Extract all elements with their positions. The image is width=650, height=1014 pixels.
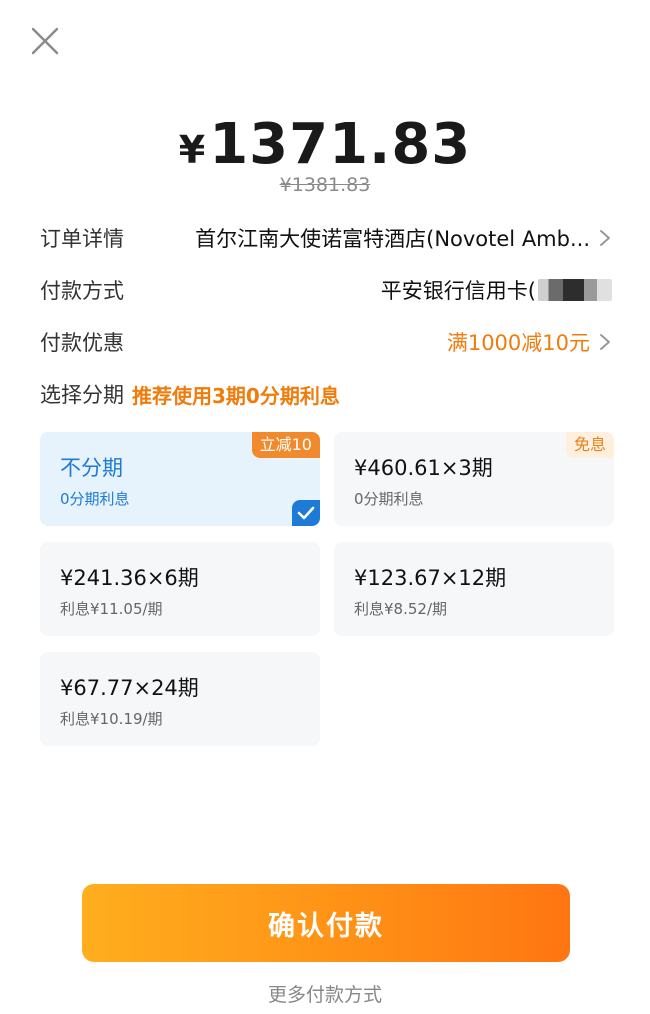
price-amount: 1371.83 (209, 112, 472, 177)
installment-option-24[interactable]: ¥67.77×24期 利息¥10.19/期 (40, 652, 320, 746)
more-payment-methods-link[interactable]: 更多付款方式 (0, 980, 650, 1007)
installment-header: 选择分期 推荐使用3期0分期利息 (40, 374, 612, 414)
installment-option-interest: 利息¥10.19/期 (60, 710, 163, 728)
payment-discount-value: 满1000减10元 (446, 331, 590, 355)
installment-option-interest: 0分期利息 (354, 490, 424, 508)
installment-option-12[interactable]: ¥123.67×12期 利息¥8.52/期 (334, 542, 614, 636)
installment-option-interest: 利息¥8.52/期 (354, 600, 447, 618)
close-icon (31, 27, 59, 55)
order-details-row[interactable]: 订单详情 首尔江南大使诺富特酒店(Novotel Amb... (40, 218, 612, 258)
installment-option-title: ¥241.36×6期 (60, 566, 199, 590)
currency-symbol: ¥ (178, 128, 206, 172)
confirm-payment-button[interactable]: 确认付款 (82, 884, 570, 962)
discount-badge: 立减10 (251, 432, 320, 458)
installment-option-3[interactable]: ¥460.61×3期 0分期利息 免息 (334, 432, 614, 526)
order-details-value: 首尔江南大使诺富特酒店(Novotel Amb... (195, 227, 590, 251)
payment-discount-label: 付款优惠 (40, 331, 124, 355)
payment-method-value: 平安银行信用卡( (380, 279, 536, 303)
interest-free-badge: 免息 (565, 432, 614, 458)
payment-amount: ¥ 1371.83 (0, 112, 650, 177)
installment-label: 选择分期 (40, 383, 124, 407)
chevron-right-icon (600, 230, 610, 246)
installment-option-title: ¥460.61×3期 (354, 456, 493, 480)
installment-option-none[interactable]: 不分期 0分期利息 立减10 (40, 432, 320, 526)
payment-method-row[interactable]: 付款方式 平安银行信用卡( (40, 270, 612, 310)
confirm-payment-label: 确认付款 (268, 910, 384, 942)
checkmark-icon (292, 500, 320, 526)
masked-card-number (538, 279, 612, 301)
order-details-label: 订单详情 (40, 227, 124, 251)
installment-recommendation: 推荐使用3期0分期利息 (132, 383, 340, 408)
installment-option-6[interactable]: ¥241.36×6期 利息¥11.05/期 (40, 542, 320, 636)
original-price: ¥1381.83 (279, 174, 371, 196)
payment-discount-row[interactable]: 付款优惠 满1000减10元 (40, 322, 612, 362)
installment-option-title: 不分期 (60, 456, 123, 480)
installment-option-interest: 利息¥11.05/期 (60, 600, 163, 618)
chevron-right-icon (600, 334, 610, 350)
installment-option-title: ¥67.77×24期 (60, 676, 199, 700)
close-button[interactable] (28, 24, 62, 58)
installment-option-interest: 0分期利息 (60, 490, 130, 508)
payment-method-label: 付款方式 (40, 279, 124, 303)
installment-option-title: ¥123.67×12期 (354, 566, 507, 590)
